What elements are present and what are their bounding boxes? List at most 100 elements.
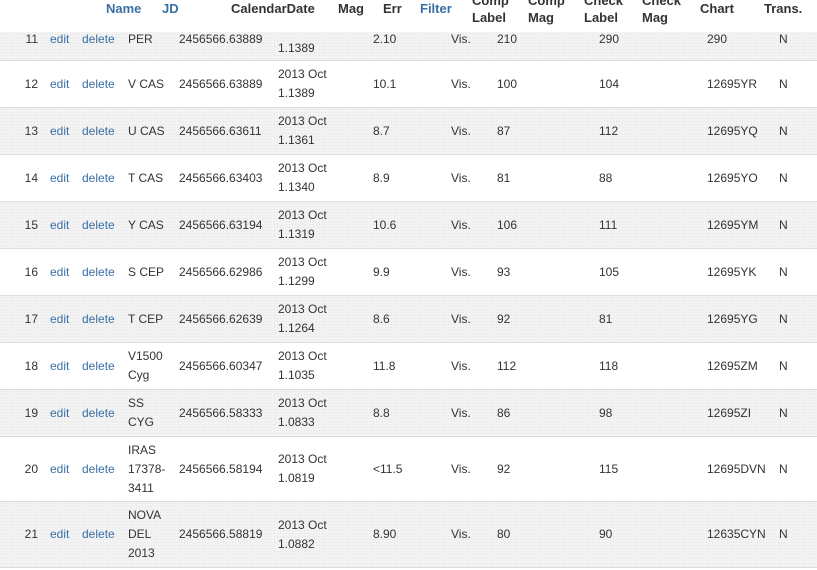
transformed-flag: N (779, 311, 788, 326)
edit-link[interactable]: edit (50, 390, 69, 436)
magnitude: 10.6 (373, 217, 397, 232)
star-name: T CEP (128, 296, 163, 342)
calendar-date-line: 1.0882 (278, 536, 315, 551)
table-row: 13 edit delete U CAS 2456566.63611 2013 Oct 1.… (0, 108, 817, 155)
row-number: 15 (24, 217, 38, 232)
calendar-date-line: 2013 Oct (278, 255, 327, 269)
filter: Vis. (451, 311, 471, 326)
calendar-date-line: 1.1340 (278, 180, 315, 194)
comp-label: 112 (497, 358, 517, 373)
chart-id: 12695DVN (707, 461, 766, 476)
edit-link[interactable]: edit (50, 202, 69, 248)
sort-name-link[interactable]: Name (106, 0, 141, 17)
calendar-date: 2013 Oct 1.0819 (278, 437, 327, 501)
comp-label: 87 (497, 123, 511, 138)
chart-id: 12695ZI (707, 405, 752, 420)
calendar-date-line: 1.1299 (278, 274, 315, 288)
delete-link[interactable]: delete (82, 343, 115, 389)
calendar-date: 2013 Oct 1.0833 (278, 390, 327, 436)
comp-label: 92 (497, 311, 511, 326)
edit-link[interactable]: edit (50, 249, 69, 295)
delete-link[interactable]: delete (82, 249, 115, 295)
header-comp-label-line2: Label (472, 10, 506, 25)
chart-id: 12695YQ (707, 123, 758, 138)
magnitude: 8.7 (373, 123, 390, 138)
star-name-line: DEL (128, 527, 152, 541)
filter: Vis. (451, 358, 471, 373)
comp-label: 80 (497, 527, 511, 541)
star-name-line: 3411 (128, 480, 154, 495)
magnitude: 8.6 (373, 311, 390, 326)
star-name-line: SS (128, 396, 145, 410)
edit-link[interactable]: edit (50, 155, 69, 201)
transformed-flag: N (779, 405, 788, 420)
edit-link[interactable]: edit (50, 296, 69, 342)
julian-date: 2456566.58333 (179, 405, 263, 420)
delete-link[interactable]: delete (82, 61, 115, 107)
calendar-date-line: 2013 Oct (278, 302, 327, 316)
star-name-line: Y CAS (128, 217, 164, 232)
check-label: 111 (599, 217, 618, 232)
chart-id: 12635CYN (707, 527, 766, 541)
calendar-date-line: 2013 Oct (278, 452, 327, 466)
star-name: V CAS (128, 61, 164, 107)
magnitude: 8.90 (373, 527, 397, 541)
comp-label: 81 (497, 170, 511, 185)
edit-link[interactable]: edit (50, 437, 69, 501)
table-row: 18 edit delete V1500 Cyg 2456566.60347 2013 Oc… (0, 343, 817, 390)
table-row: 16 edit delete S CEP 2456566.62986 2013 Oct 1.… (0, 249, 817, 296)
row-number: 17 (24, 311, 38, 326)
comp-label: 106 (497, 217, 518, 232)
calendar-date: 2013 Oct 1.1299 (278, 249, 327, 295)
star-name-line: 17378- (128, 461, 166, 476)
chart-id: 12695YG (707, 311, 758, 326)
header-mag: Mag (338, 1, 364, 16)
calendar-date-line: 1.0833 (278, 415, 315, 429)
delete-link[interactable]: delete (82, 296, 115, 342)
header-comp-label-line1: Comp (472, 0, 509, 8)
transformed-flag: N (779, 527, 788, 541)
transformed-flag: N (779, 217, 788, 232)
calendar-date-line: 2013 Oct (278, 67, 327, 81)
table-row: 19 edit delete SS CYG 2456566.58333 2013 Oct 1.… (0, 390, 817, 437)
calendar-date: 2013 Oct 1.0882 (278, 502, 327, 567)
calendar-date-line: 2013 Oct (278, 114, 327, 128)
calendar-date-line: 1.1264 (278, 321, 315, 335)
check-label: 90 (599, 527, 613, 541)
star-name-line: CYG (128, 415, 155, 429)
check-label: 98 (599, 405, 613, 420)
calendar-date: 2013 Oct 1.1319 (278, 202, 327, 248)
delete-link[interactable]: delete (82, 108, 115, 154)
header-check-label-line2: Label (584, 10, 618, 25)
filter: Vis. (451, 405, 471, 420)
star-name: IRAS 17378- 3411 (128, 437, 165, 501)
header-err: Err (383, 1, 402, 16)
delete-link[interactable]: delete (82, 437, 115, 501)
star-name: U CAS (128, 108, 165, 154)
calendar-date-line: 1.1035 (278, 368, 315, 382)
delete-link[interactable]: delete (82, 155, 115, 201)
julian-date: 2456566.63611 (179, 123, 262, 138)
calendar-date-line: 1.1389 (278, 86, 315, 100)
calendar-date-line: 1.1319 (278, 227, 315, 241)
julian-date: 2456566.63889 (179, 76, 263, 91)
edit-link[interactable]: edit (50, 343, 69, 389)
star-name-line: IRAS (128, 442, 157, 457)
transformed-flag: N (779, 170, 788, 185)
edit-link[interactable]: edit (50, 502, 69, 567)
star-name: Y CAS (128, 202, 164, 248)
edit-link[interactable]: edit (50, 108, 69, 154)
magnitude: 8.8 (373, 405, 390, 420)
delete-link[interactable]: delete (82, 502, 115, 567)
julian-date: 2456566.60347 (179, 358, 263, 373)
star-name-line: V CAS (128, 76, 165, 91)
calendar-date-line: 1.1361 (278, 133, 315, 147)
delete-link[interactable]: delete (82, 390, 115, 436)
edit-link[interactable]: edit (50, 61, 69, 107)
sort-jd-link[interactable]: JD (162, 0, 179, 17)
sort-filter-link[interactable]: Filter (420, 0, 452, 17)
table-row: 14 edit delete T CAS 2456566.63403 2013 Oct 1.… (0, 155, 817, 202)
star-name-line: S CEP (128, 264, 165, 279)
calendar-date: 2013 Oct 1.1389 (278, 61, 327, 107)
delete-link[interactable]: delete (82, 202, 115, 248)
